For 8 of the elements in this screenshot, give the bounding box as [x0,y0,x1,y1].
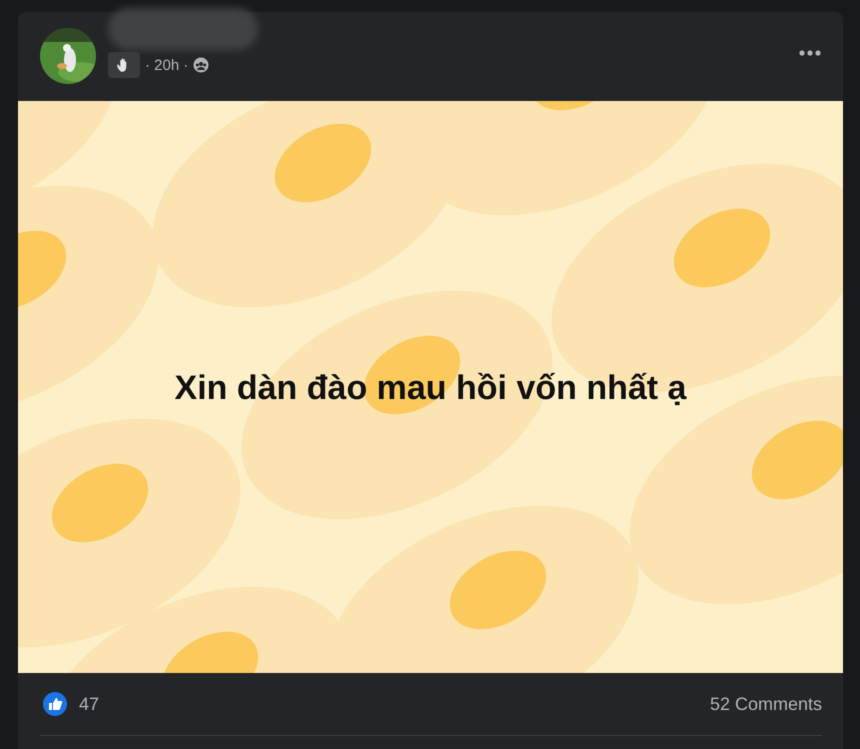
more-options-icon[interactable] [799,50,821,56]
group-icon[interactable] [193,57,210,73]
reaction-count[interactable]: 47 [79,694,100,714]
post-time[interactable]: · 20h · [145,56,188,74]
like-icon[interactable] [43,692,67,716]
post-text: Xin dàn đào mau hồi vốn nhất ạ [174,369,686,408]
comments-link[interactable]: 52 Comments [710,694,822,714]
waving-hand-icon [108,52,140,78]
